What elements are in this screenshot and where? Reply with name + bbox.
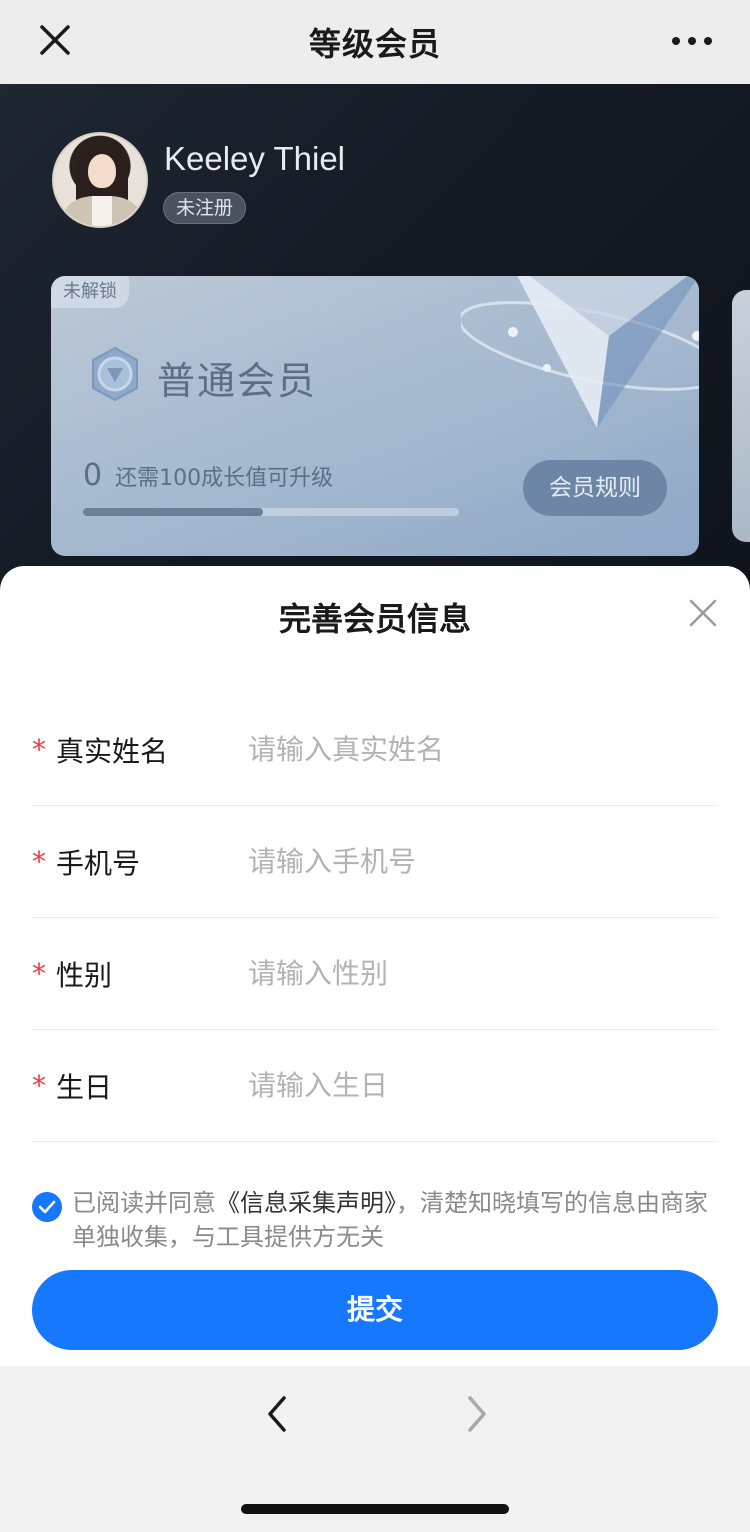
member-header: Keeley Thiel 未注册 未解锁 普通会员 0 还需100成长值可升级 … [0,84,750,604]
field-label: 真实姓名 [56,734,169,768]
field-label: 生日 [56,1070,113,1104]
form-row-phone: * 手机号 [32,806,718,918]
required-mark: * [32,733,46,766]
member-rules-button[interactable]: 会员规则 [523,460,667,516]
user-name: Keeley Thiel [164,140,346,177]
home-indicator [241,1504,509,1514]
real-name-input[interactable] [248,719,718,780]
form-row-name: * 真实姓名 [32,694,718,806]
required-mark: * [32,957,46,990]
chevron-left-icon[interactable] [258,1394,298,1434]
member-level-name: 普通会员 [157,359,318,403]
required-mark: * [32,845,46,878]
phone-input[interactable] [248,831,718,892]
chevron-right-icon[interactable] [456,1394,496,1434]
top-nav-bar: 等级会员 [0,0,750,84]
member-level-card[interactable]: 未解锁 普通会员 0 还需100成长值可升级 会员规则 [51,276,699,556]
close-icon[interactable] [30,18,80,64]
growth-value: 0 [83,458,103,493]
medal-icon [87,346,143,402]
bottom-nav-bar [0,1366,750,1532]
gender-input[interactable] [248,943,718,1004]
sheet-title: 完善会员信息 [278,600,471,638]
form-row-gender: * 性别 [32,918,718,1030]
page-title: 等级会员 [308,25,441,63]
agreement: 已阅读并同意《信息采集声明》，清楚知晓填写的信息由商家单独收集，与工具提供方无关 [32,1186,718,1254]
agreement-text: 已阅读并同意《信息采集声明》，清楚知晓填写的信息由商家单独收集，与工具提供方无关 [72,1186,718,1254]
field-label: 性别 [56,958,113,992]
next-level-card[interactable] [732,290,750,542]
member-info-sheet: 完善会员信息 * 真实姓名 * 手机号 * 性别 * 生日 [0,566,750,1366]
status-badge: 未注册 [163,192,247,224]
more-icon[interactable] [662,26,722,56]
growth-info: 0 还需100成长值可升级 [83,458,333,493]
growth-progress-fill [83,508,264,516]
agreement-link[interactable]: 《信息采集声明》 [216,1189,396,1217]
submit-button[interactable]: 提交 [32,1270,718,1350]
growth-progress-bar [83,508,459,516]
form-row-birthday: * 生日 [32,1030,718,1142]
page: 等级会员 Keeley Thiel 未注册 未解锁 普通会员 0 还需100成长… [0,0,750,1532]
growth-text: 还需100成长值可升级 [115,466,334,491]
avatar[interactable] [52,132,148,228]
paper-plane-decoration [461,276,699,428]
agreement-prefix: 已阅读并同意 [72,1189,216,1217]
field-label: 手机号 [56,846,141,880]
required-mark: * [32,1069,46,1102]
lock-badge: 未解锁 [51,276,129,308]
check-icon[interactable] [32,1192,62,1222]
birthday-input[interactable] [248,1055,718,1116]
close-icon[interactable] [688,598,718,628]
